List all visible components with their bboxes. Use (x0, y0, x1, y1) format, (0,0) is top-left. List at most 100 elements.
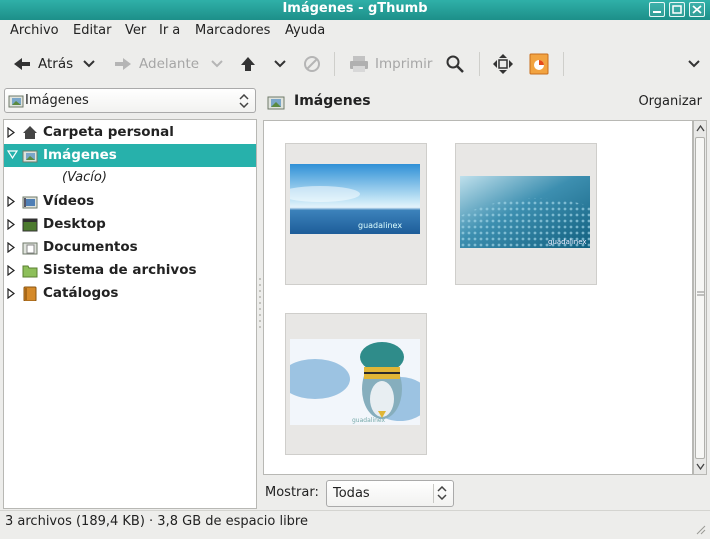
up-button[interactable] (238, 42, 258, 86)
arrow-left-icon (14, 58, 30, 70)
expander-right-icon[interactable] (7, 219, 15, 230)
tree-item-label: Desktop (43, 216, 106, 232)
thumbnail-item-1[interactable]: guadalinex (285, 143, 427, 285)
tree-item-imagenes[interactable]: Imágenes (4, 144, 256, 167)
stop-button[interactable] (302, 42, 322, 86)
catalog-book-icon (23, 286, 37, 301)
empty-placeholder: (Vacío) (62, 170, 107, 185)
location-value: Imágenes (25, 93, 89, 108)
search-button[interactable] (445, 42, 465, 86)
watermark-text: guadalinex (358, 221, 402, 230)
scroll-up-icon[interactable] (696, 125, 705, 132)
thumbnail-item-2[interactable]: guadalinex (455, 143, 597, 285)
resize-grip-icon[interactable] (694, 523, 706, 535)
separator (334, 52, 335, 76)
documents-folder-icon (22, 242, 38, 255)
folder-icon (22, 265, 38, 278)
videos-folder-icon (22, 196, 38, 209)
folder-tree: Carpeta personal Imágenes (Vacío) Vídeos… (3, 119, 257, 509)
expander-right-icon[interactable] (7, 127, 15, 138)
chevron-down-icon (211, 60, 223, 68)
chevron-down-icon (688, 60, 700, 68)
spinner-arrows-icon (239, 94, 249, 108)
tree-item-label: Vídeos (43, 193, 95, 209)
separator (563, 52, 564, 76)
menu-editar[interactable]: Editar (73, 23, 112, 38)
tree-item-catalogos[interactable]: Catálogos (4, 282, 256, 305)
maximize-button[interactable] (669, 2, 685, 17)
fullscreen-button[interactable] (492, 42, 514, 86)
status-text: 3 archivos (189,4 KB) · 3,8 GB de espaci… (5, 514, 308, 529)
status-bar: 3 archivos (189,4 KB) · 3,8 GB de espaci… (0, 510, 710, 539)
forward-button[interactable]: Adelante (113, 42, 227, 86)
menu-ir-a[interactable]: Ir a (159, 23, 180, 38)
tree-item-label: Sistema de archivos (43, 262, 197, 278)
maximize-icon (672, 5, 682, 14)
window-title: Imágenes - gThumb (282, 1, 428, 16)
thumbnail-image: guadalinex (460, 176, 590, 248)
browser-header: Imágenes Organizar (264, 88, 704, 116)
print-button[interactable]: Imprimir (348, 42, 432, 86)
thumbnail-grid: guadalinex guadalinex guadalinex (263, 120, 693, 475)
tree-item-documentos[interactable]: Documentos (4, 236, 256, 259)
chevron-down-icon (274, 60, 286, 68)
scroll-down-icon[interactable] (696, 463, 705, 470)
forward-label: Adelante (139, 56, 200, 72)
filter-value: Todas (333, 486, 370, 501)
stop-icon (304, 56, 320, 72)
menu-ayuda[interactable]: Ayuda (285, 23, 325, 38)
location-combo[interactable]: Imágenes (4, 88, 256, 113)
expander-right-icon[interactable] (7, 288, 15, 299)
move-arrows-icon (493, 54, 513, 74)
select-divider (433, 484, 434, 503)
search-icon (446, 55, 464, 73)
back-button[interactable]: Atrás (12, 42, 99, 86)
filter-select[interactable]: Todas (326, 480, 454, 507)
separator (479, 52, 480, 76)
expander-right-icon[interactable] (7, 265, 15, 276)
minimize-icon (653, 11, 661, 13)
close-button[interactable] (689, 2, 705, 17)
menu-archivo[interactable]: Archivo (10, 23, 59, 38)
tree-item-sistema-de-archivos[interactable]: Sistema de archivos (4, 259, 256, 282)
tree-item-empty: (Vacío) (4, 167, 256, 190)
arrow-right-icon (115, 58, 131, 70)
pictures-folder-icon (8, 95, 24, 108)
tree-item-label: Carpeta personal (43, 124, 174, 140)
watermark-text: guadalinex (548, 238, 587, 246)
arrow-up-icon (241, 57, 255, 71)
organize-button[interactable]: Organizar (638, 94, 702, 109)
title-bar: Imágenes - gThumb (0, 0, 710, 20)
home-icon (23, 126, 37, 139)
presentation-icon (529, 53, 549, 75)
tree-item-label: Catálogos (43, 285, 119, 301)
folder-title: Imágenes (294, 93, 371, 109)
watermark-text: guadalinex (352, 417, 385, 424)
tree-item-carpeta-personal[interactable]: Carpeta personal (4, 121, 256, 144)
print-label: Imprimir (375, 56, 433, 72)
thumbnail-scrollbar[interactable] (693, 120, 707, 475)
expander-right-icon[interactable] (7, 196, 15, 207)
menu-marcadores[interactable]: Marcadores (195, 23, 270, 38)
scroll-thumb[interactable] (695, 137, 705, 459)
pictures-folder-icon (22, 150, 38, 163)
thumbnail-item-3[interactable]: guadalinex (285, 313, 427, 455)
expander-right-icon[interactable] (7, 242, 15, 253)
expander-down-icon[interactable] (7, 150, 18, 159)
spinner-arrows-icon (437, 486, 447, 500)
close-icon (692, 5, 702, 14)
chevron-down-icon (83, 60, 95, 68)
more-tools-dropdown[interactable] (684, 42, 704, 86)
printer-icon (350, 56, 368, 72)
slideshow-button[interactable] (528, 42, 550, 86)
menu-ver[interactable]: Ver (125, 23, 146, 38)
desktop-folder-icon (22, 218, 38, 232)
minimize-button[interactable] (649, 2, 665, 17)
tree-item-label: Documentos (43, 239, 138, 255)
grip-icon (697, 291, 704, 296)
history-dropdown[interactable] (270, 42, 290, 86)
filter-label: Mostrar: (265, 485, 319, 500)
tree-item-desktop[interactable]: Desktop (4, 213, 256, 236)
tree-item-videos[interactable]: Vídeos (4, 190, 256, 213)
back-label: Atrás (38, 56, 74, 72)
